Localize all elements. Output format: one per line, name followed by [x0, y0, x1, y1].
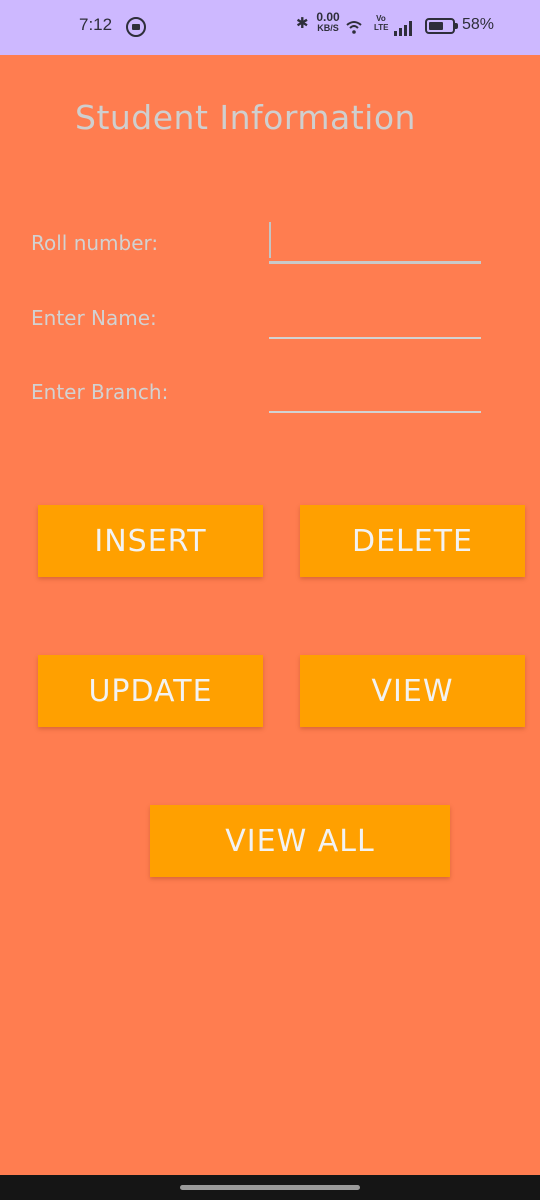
name-label: Enter Name:	[31, 306, 157, 330]
view-all-button[interactable]: VIEW ALL	[150, 805, 450, 877]
status-bar: 7:12 ✱ 0.00 KB/S Vo LTE 58%	[0, 0, 540, 55]
delete-button[interactable]: DELETE	[300, 505, 525, 577]
notification-icon	[126, 17, 146, 37]
signal-icon	[394, 20, 416, 36]
name-input[interactable]	[269, 307, 481, 339]
page-title: Student Information	[75, 98, 416, 137]
navigation-bar	[0, 1175, 540, 1200]
view-button[interactable]: VIEW	[300, 655, 525, 727]
roll-number-label: Roll number:	[31, 231, 159, 255]
wifi-icon	[346, 21, 362, 34]
update-button[interactable]: UPDATE	[38, 655, 263, 727]
network-speed-value: 0.00	[316, 10, 340, 24]
network-speed: 0.00 KB/S	[313, 10, 343, 34]
volte-icon: Vo LTE	[374, 14, 389, 32]
bluetooth-icon: ✱	[296, 15, 309, 32]
battery-percent: 58%	[462, 16, 495, 33]
roll-number-input[interactable]	[269, 232, 481, 264]
volte-line2: LTE	[374, 23, 389, 32]
branch-input[interactable]	[269, 381, 481, 413]
home-gesture-handle[interactable]	[180, 1185, 360, 1190]
network-speed-unit: KB/S	[317, 23, 339, 33]
branch-label: Enter Branch:	[31, 380, 169, 404]
volte-line1: Vo	[376, 14, 386, 23]
status-time: 7:12	[79, 15, 113, 34]
battery-icon	[425, 18, 458, 34]
insert-button[interactable]: INSERT	[38, 505, 263, 577]
text-cursor	[269, 222, 271, 258]
